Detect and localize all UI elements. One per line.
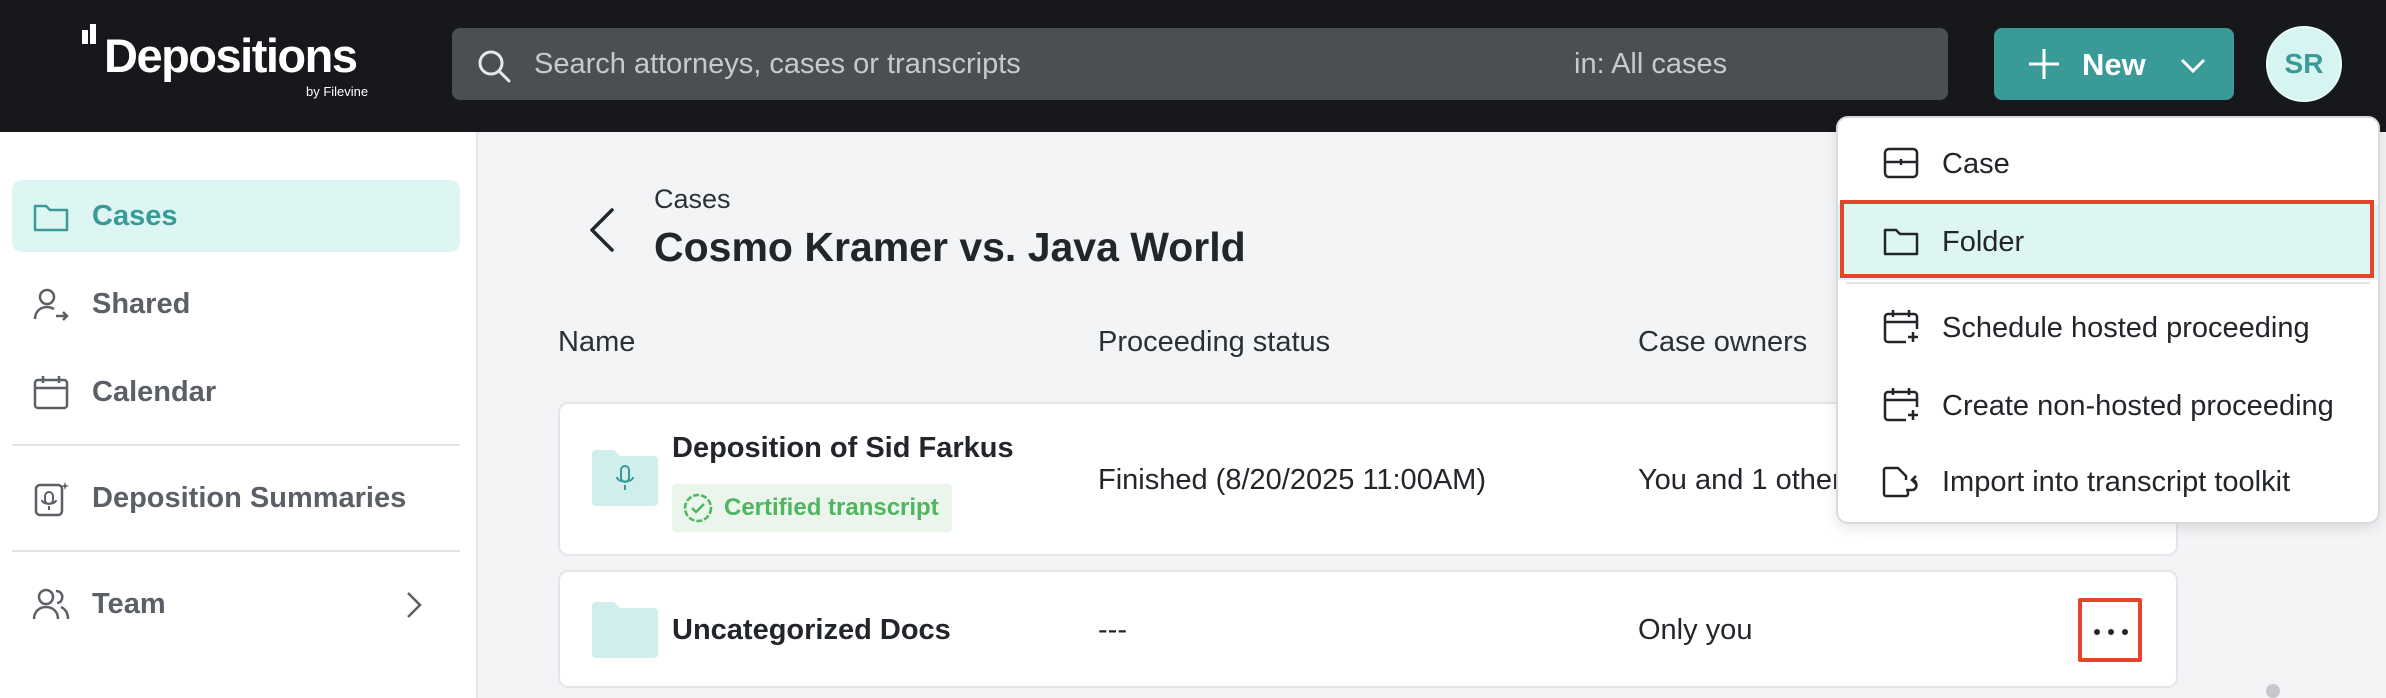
sidebar: Cases Shared Calendar Deposition Summari… [0,132,478,698]
search-bar[interactable]: Search attorneys, cases or transcripts i… [452,28,1948,100]
menu-item-label: Schedule hosted proceeding [1942,312,2310,344]
row-status: --- [1098,614,1127,646]
search-input[interactable]: Search attorneys, cases or transcripts [534,48,1021,81]
calendar-add-icon [1883,310,1919,344]
sidebar-item-label: Deposition Summaries [92,482,407,514]
row-name[interactable]: Deposition of Sid Farkus [672,432,1014,465]
breadcrumb[interactable]: Cases [654,184,731,215]
scrollbar-thumb[interactable] [2266,684,2280,698]
menu-item-create-non-hosted-proceeding[interactable]: Create non-hosted proceeding [1838,368,2378,444]
row-status: Finished (8/20/2025 11:00AM) [1098,464,1486,496]
menu-item-label: Case [1942,148,2010,180]
chevron-down-icon [2180,58,2206,74]
sidebar-item-deposition-summaries[interactable]: Deposition Summaries [12,462,460,534]
sidebar-divider [12,444,460,446]
logo-byline: by Filevine [306,84,369,99]
logo-text: Depositions [104,29,358,82]
import-icon [1882,466,1918,498]
sidebar-item-label: Cases [92,200,178,232]
case-icon [1883,147,1919,179]
back-arrow-icon[interactable] [580,204,624,256]
menu-item-schedule-hosted-proceeding[interactable]: Schedule hosted proceeding [1838,290,2378,366]
plus-icon [2029,49,2059,79]
status-badge: Certified transcript [672,484,952,532]
badge-label: Certified transcript [724,494,939,521]
page-title: Cosmo Kramer vs. Java World [654,224,1246,270]
sidebar-item-label: Calendar [92,376,217,408]
menu-item-label: Create non-hosted proceeding [1942,390,2334,422]
sidebar-item-shared[interactable]: Shared [12,268,460,340]
column-header-name[interactable]: Name [558,326,635,359]
user-share-icon [33,288,69,321]
new-button-label: New [2082,47,2146,82]
document-ai-icon [34,482,69,517]
row-name[interactable]: Uncategorized Docs [672,614,951,647]
app-logo[interactable]: Depositions by Filevine [80,24,368,99]
sidebar-item-label: Shared [92,288,191,320]
deposition-folder-icon [592,450,658,506]
menu-item-label: Import into transcript toolkit [1942,466,2291,498]
folder-icon [592,602,658,658]
highlight-frame [1840,200,2374,278]
search-scope[interactable]: in: All cases [1574,48,1727,81]
sidebar-item-cases[interactable]: Cases [12,180,460,252]
row-owners: You and 1 other [1638,464,1842,496]
top-bar: Depositions by Filevine Search attorneys… [0,0,2386,132]
calendar-add-icon [1883,388,1919,422]
check-circle-icon [683,493,713,523]
chevron-right-icon [407,592,422,618]
sidebar-item-team[interactable]: Team [12,568,460,640]
sidebar-item-calendar[interactable]: Calendar [12,356,460,428]
column-header-proceeding-status[interactable]: Proceeding status [1098,326,1330,359]
calendar-icon [33,376,69,410]
column-header-case-owners[interactable]: Case owners [1638,326,1807,359]
avatar[interactable]: SR [2266,26,2342,102]
folder-icon [33,204,69,232]
more-options-button[interactable] [2078,598,2142,662]
menu-divider [1846,282,2370,284]
new-button[interactable]: New [1994,28,2234,100]
new-dropdown-menu: Case Folder Schedule hosted proceeding C… [1836,116,2380,524]
sidebar-item-label: Team [92,588,166,620]
team-icon [32,588,70,620]
sidebar-divider [12,550,460,552]
row-owners: Only you [1638,614,1753,646]
menu-item-case[interactable]: Case [1838,126,2378,202]
menu-item-import-into-transcript-toolkit[interactable]: Import into transcript toolkit [1838,444,2378,520]
search-icon [478,50,511,83]
